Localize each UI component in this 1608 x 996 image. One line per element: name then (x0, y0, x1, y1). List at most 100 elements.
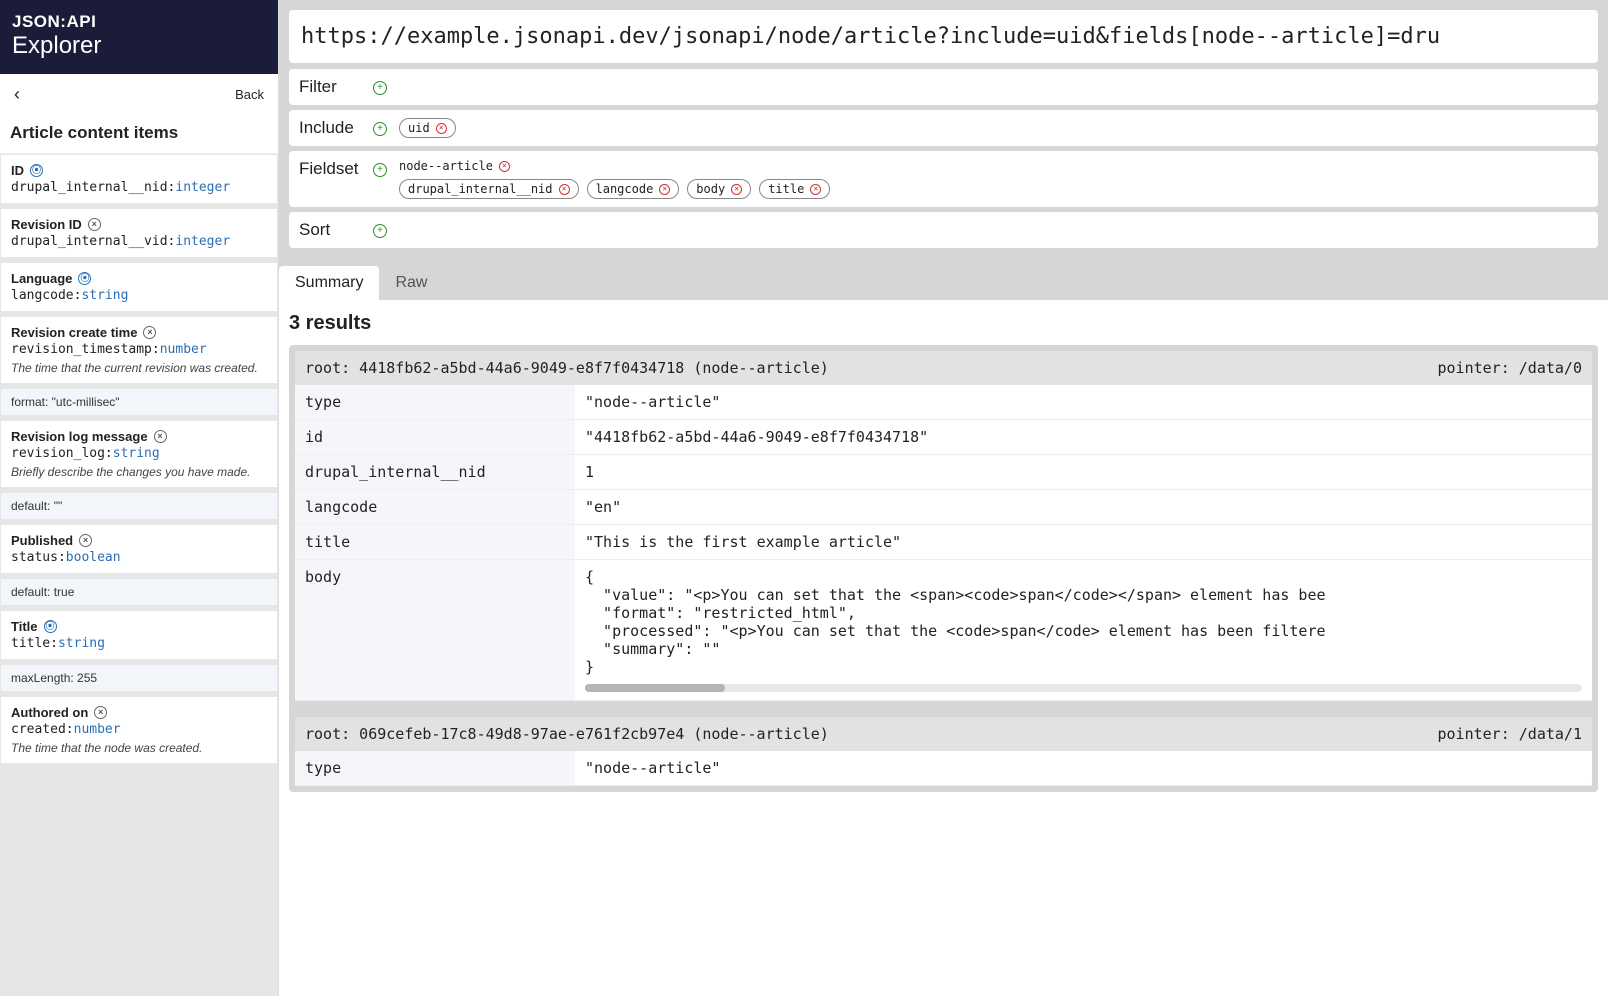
attribute-constraint: default: "" (1, 493, 277, 519)
attribute-constraint: maxLength: 255 (1, 665, 277, 691)
tab-summary[interactable]: Summary (279, 266, 379, 300)
attribute-item[interactable]: Revision create time×revision_timestamp:… (1, 317, 277, 383)
remove-chip-button[interactable]: × (436, 123, 447, 134)
result-pointer: pointer: /data/0 (1438, 359, 1583, 377)
result-value: "4418fb62-a5bd-44a6-9049-e8f7f0434718" (575, 420, 1592, 455)
attribute-label: Revision ID (11, 217, 82, 232)
sidebar-title: Article content items (0, 115, 278, 154)
attribute-label: Revision create time (11, 325, 137, 340)
attribute-machine-name: created:number (11, 722, 267, 737)
fieldset-chips: drupal_internal__nid×langcode×body×title… (399, 179, 830, 199)
attribute-item[interactable]: Language⦿langcode:string (1, 263, 277, 311)
results-area[interactable]: root: 4418fb62-a5bd-44a6-9049-e8f7f04347… (279, 345, 1608, 996)
remove-chip-button[interactable]: × (559, 184, 570, 195)
attribute-label: Title (11, 619, 38, 634)
url-display[interactable]: https://example.jsonapi.dev/jsonapi/node… (289, 10, 1598, 63)
remove-fieldset-group-button[interactable]: × (499, 161, 510, 172)
remove-chip-button[interactable]: × (731, 184, 742, 195)
attribute-list[interactable]: ID ⦿ drupal_internal__nid:integer Revision … (0, 154, 278, 996)
table-row: type"node--article" (295, 385, 1592, 420)
sort-row: Sort + (289, 212, 1598, 248)
attribute-item[interactable]: ID ⦿ drupal_internal__nid:integer (1, 155, 277, 203)
result-value: "This is the first example article" (575, 525, 1592, 560)
results-header: 3 results (279, 300, 1608, 345)
result-header: root: 069cefeb-17c8-49d8-97ae-e761f2cb97… (295, 717, 1592, 751)
back-row: ‹ Back (0, 74, 278, 115)
attribute-description: The time that the node was created. (11, 741, 267, 755)
attribute-label: ID (11, 163, 24, 178)
result-header: root: 4418fb62-a5bd-44a6-9049-e8f7f04347… (295, 351, 1592, 385)
remove-chip-button[interactable]: × (810, 184, 821, 195)
result-key: type (295, 751, 575, 786)
result-value: 1 (575, 455, 1592, 490)
table-row: type"node--article" (295, 751, 1592, 786)
result-block: root: 4418fb62-a5bd-44a6-9049-e8f7f04347… (295, 351, 1592, 701)
result-root: root: 069cefeb-17c8-49d8-97ae-e761f2cb97… (305, 725, 829, 743)
add-filter-button[interactable]: + (373, 81, 387, 95)
scrollbar-thumb[interactable] (585, 684, 725, 692)
toggle-off-icon[interactable]: × (79, 534, 92, 547)
back-button[interactable]: Back (235, 87, 264, 102)
result-root: root: 4418fb62-a5bd-44a6-9049-e8f7f04347… (305, 359, 829, 377)
toggle-on-icon[interactable]: ⦿ (44, 620, 57, 633)
tab-raw[interactable]: Raw (379, 266, 443, 300)
fieldset-group-name: node--article (399, 159, 493, 173)
table-row: id"4418fb62-a5bd-44a6-9049-e8f7f0434718" (295, 420, 1592, 455)
result-table: type"node--article"id"4418fb62-a5bd-44a6… (295, 385, 1592, 701)
attribute-label: Authored on (11, 705, 88, 720)
result-body-content[interactable]: { "value": "<p>You can set that the <spa… (585, 568, 1355, 680)
remove-chip-button[interactable]: × (659, 184, 670, 195)
result-block: root: 069cefeb-17c8-49d8-97ae-e761f2cb97… (295, 717, 1592, 786)
horizontal-scrollbar[interactable] (585, 684, 1582, 692)
add-fieldset-button[interactable]: + (373, 163, 387, 177)
attribute-item[interactable]: Authored on × created:number The time that … (1, 697, 277, 763)
attribute-item[interactable]: Revision log message×revision_log:string… (1, 421, 277, 487)
attribute-machine-name: drupal_internal__nid:integer (11, 180, 267, 195)
attribute-item[interactable]: Revision ID × drupal_internal__vid:integer (1, 209, 277, 257)
sidebar: JSON:API Explorer ‹ Back Article content… (0, 0, 279, 996)
toggle-on-icon[interactable]: ⦿ (30, 164, 43, 177)
chevron-left-icon[interactable]: ‹ (14, 84, 20, 105)
table-row: body{ "value": "<p>You can set that the … (295, 560, 1592, 701)
toggle-off-icon[interactable]: × (143, 326, 156, 339)
attribute-description: Briefly describe the changes you have ma… (11, 465, 267, 479)
result-value: "node--article" (575, 751, 1592, 786)
result-key: id (295, 420, 575, 455)
attribute-machine-name: title:string (11, 636, 267, 651)
chip-label: uid (408, 121, 430, 135)
result-key: type (295, 385, 575, 420)
attribute-constraint: default: true (1, 579, 277, 605)
include-chips: uid × (399, 118, 456, 138)
fieldset-group-label: node--article × (399, 159, 830, 173)
attribute-item[interactable]: Title ⦿ title:string (1, 611, 277, 659)
brand-line2: Explorer (12, 32, 266, 60)
result-pointer: pointer: /data/1 (1438, 725, 1583, 743)
fieldset-chip: title× (759, 179, 830, 199)
table-row: langcode"en" (295, 490, 1592, 525)
table-row: title"This is the first example article" (295, 525, 1592, 560)
chip-label: body (696, 182, 725, 196)
fieldset-chip: langcode × (587, 179, 680, 199)
attribute-label: Language (11, 271, 72, 286)
filter-row: Filter + (289, 69, 1598, 105)
toggle-off-icon[interactable]: × (94, 706, 107, 719)
attribute-label: Revision log message (11, 429, 148, 444)
add-sort-button[interactable]: + (373, 224, 387, 238)
attribute-item[interactable]: Published×status:boolean (1, 525, 277, 573)
result-value: "en" (575, 490, 1592, 525)
result-key: langcode (295, 490, 575, 525)
table-row: drupal_internal__nid1 (295, 455, 1592, 490)
toggle-off-icon[interactable]: × (88, 218, 101, 231)
attribute-constraint: format: "utc-millisec" (1, 389, 277, 415)
filter-label: Filter (299, 77, 361, 97)
result-key: body (295, 560, 575, 701)
add-include-button[interactable]: + (373, 122, 387, 136)
toggle-on-icon[interactable]: ⦿ (78, 272, 91, 285)
brand-line1: JSON:API (12, 12, 266, 32)
chip-label: langcode (596, 182, 654, 196)
sort-label: Sort (299, 220, 361, 240)
toggle-off-icon[interactable]: × (154, 430, 167, 443)
attribute-machine-name: drupal_internal__vid:integer (11, 234, 267, 249)
tabs: Summary Raw (279, 266, 1598, 300)
include-row: Include + uid× (289, 110, 1598, 146)
